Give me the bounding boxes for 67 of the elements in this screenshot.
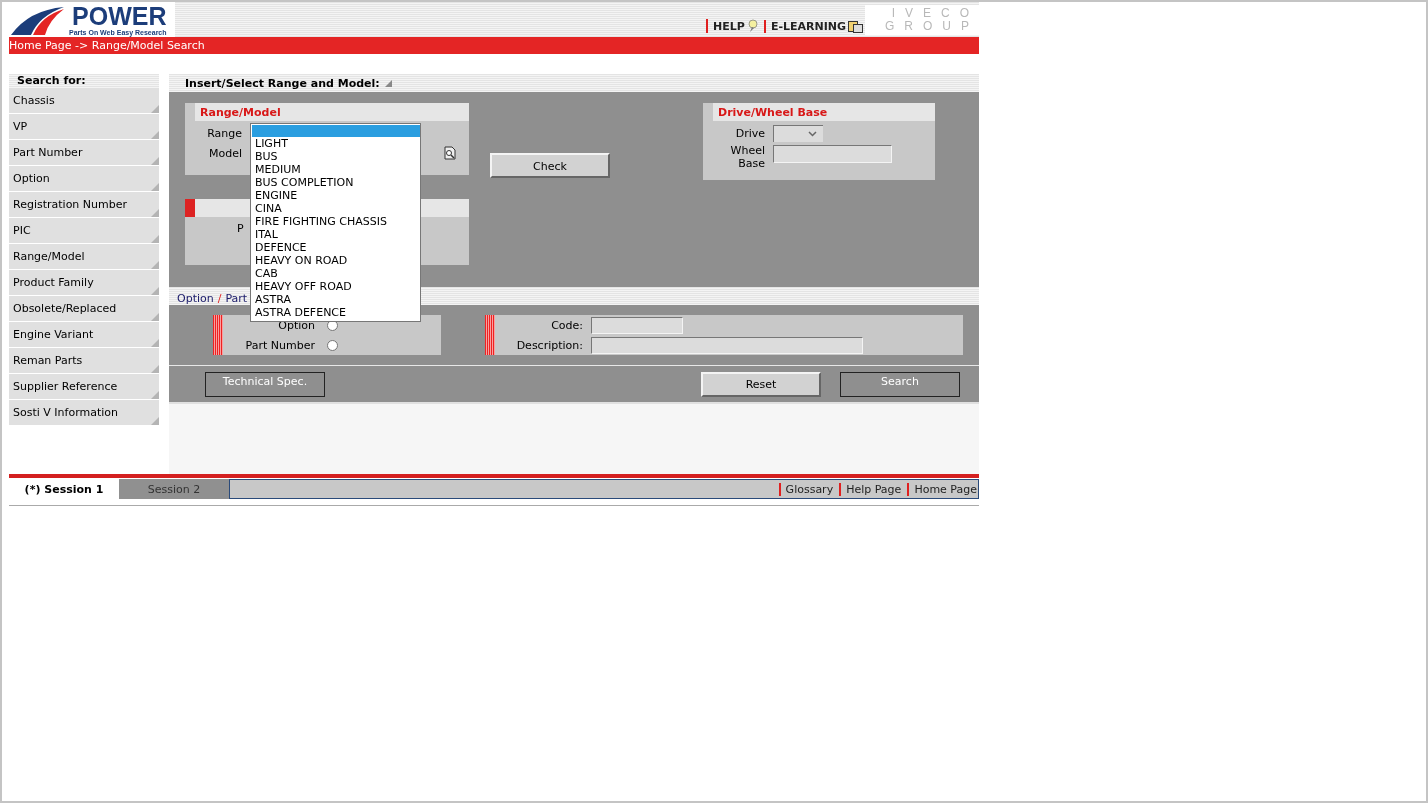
separator: / [217,292,222,305]
corner-icon [384,79,392,87]
tab-link[interactable]: Option [177,292,214,305]
section-title: Insert/Select Range and Model: [185,76,380,90]
logo-title: POWER [72,3,167,29]
footer-link[interactable]: Help Page [839,482,903,496]
field-label: Wheel Base [729,144,765,170]
action-button[interactable]: Reset [701,371,821,397]
sidebar-item[interactable]: Engine Variant [9,322,159,347]
book-icon [848,20,863,33]
dropdown-option[interactable]: HEAVY OFF ROAD [251,280,420,293]
sidebar-item[interactable]: Range/Model [9,244,159,269]
footer-link[interactable]: Glossary [778,482,835,496]
check-button[interactable]: Check [490,153,610,178]
dropdown-option[interactable]: CAB [251,267,420,280]
code-field[interactable] [591,316,683,334]
brand-group: GROUP [885,20,979,33]
field-label: Code: [550,318,583,332]
description-field[interactable] [591,336,863,354]
header-link[interactable]: HELP [706,19,758,33]
footer-link[interactable]: Home Page [907,482,978,496]
hatched-marker [213,315,223,355]
sidebar-item[interactable]: Part Number [9,140,159,165]
radio-button[interactable] [327,319,338,331]
dropdown-option[interactable]: DEFENCE [251,241,420,254]
dropdown-option[interactable]: ASTRA [251,293,420,306]
field-label: Drive [734,126,765,140]
sidebar-item[interactable]: PIC [9,218,159,243]
panel-title: Range/Model [199,105,281,119]
sidebar-item[interactable]: Product Family [9,270,159,295]
field-label: P [237,222,244,235]
dropdown-option[interactable]: FIRE FIGHTING CHASSIS [251,215,420,228]
sidebar-item[interactable]: Supplier Reference [9,374,159,399]
sidebar-item[interactable]: Obsolete/Replaced [9,296,159,321]
radio-button[interactable] [327,339,338,351]
radio-label: Option [277,318,315,332]
dropdown-option[interactable]: HEAVY ON ROAD [251,254,420,267]
sidebar-item[interactable]: Reman Parts [9,348,159,373]
sidebar-item[interactable]: Chassis [9,88,159,113]
dropdown-option[interactable]: LIGHT [251,137,420,150]
document-search-icon[interactable] [443,146,457,160]
header-link[interactable]: E-LEARNING [763,20,863,33]
drive-select[interactable] [773,124,823,142]
sidebar-title: Search for: [9,74,159,88]
field-label: Model [207,146,242,160]
dropdown-option[interactable]: ENGINE [251,189,420,202]
field-label: Range [206,126,242,140]
sidebar-item[interactable]: Registration Number [9,192,159,217]
sidebar-item[interactable]: Sosti V Information [9,400,159,425]
panel-title: Drive/Wheel Base [717,105,828,119]
wheel-base-field[interactable] [773,145,892,163]
chevron-down-icon [808,130,817,137]
session-tab[interactable]: Session 2 [119,479,229,499]
dropdown-option[interactable]: ITAL [251,228,420,241]
dropdown-option[interactable]: ASTRA DEFENCE [251,306,420,319]
light-bulb-icon [746,19,758,33]
breadcrumb: Home Page -> Range/Model Search [9,37,979,54]
field-label: Description: [515,338,583,352]
tab-link[interactable]: Part [225,292,248,305]
dropdown-option[interactable]: BUS [251,150,420,163]
radio-label: Part Number [244,338,315,352]
brand-name: IVECO [891,7,979,20]
dropdown-option[interactable]: MEDIUM [251,163,420,176]
sidebar-item[interactable]: Option [9,166,159,191]
sidebar-item[interactable]: VP [9,114,159,139]
dropdown-option[interactable]: BUS COMPLETION [251,176,420,189]
hatched-marker [485,315,495,355]
